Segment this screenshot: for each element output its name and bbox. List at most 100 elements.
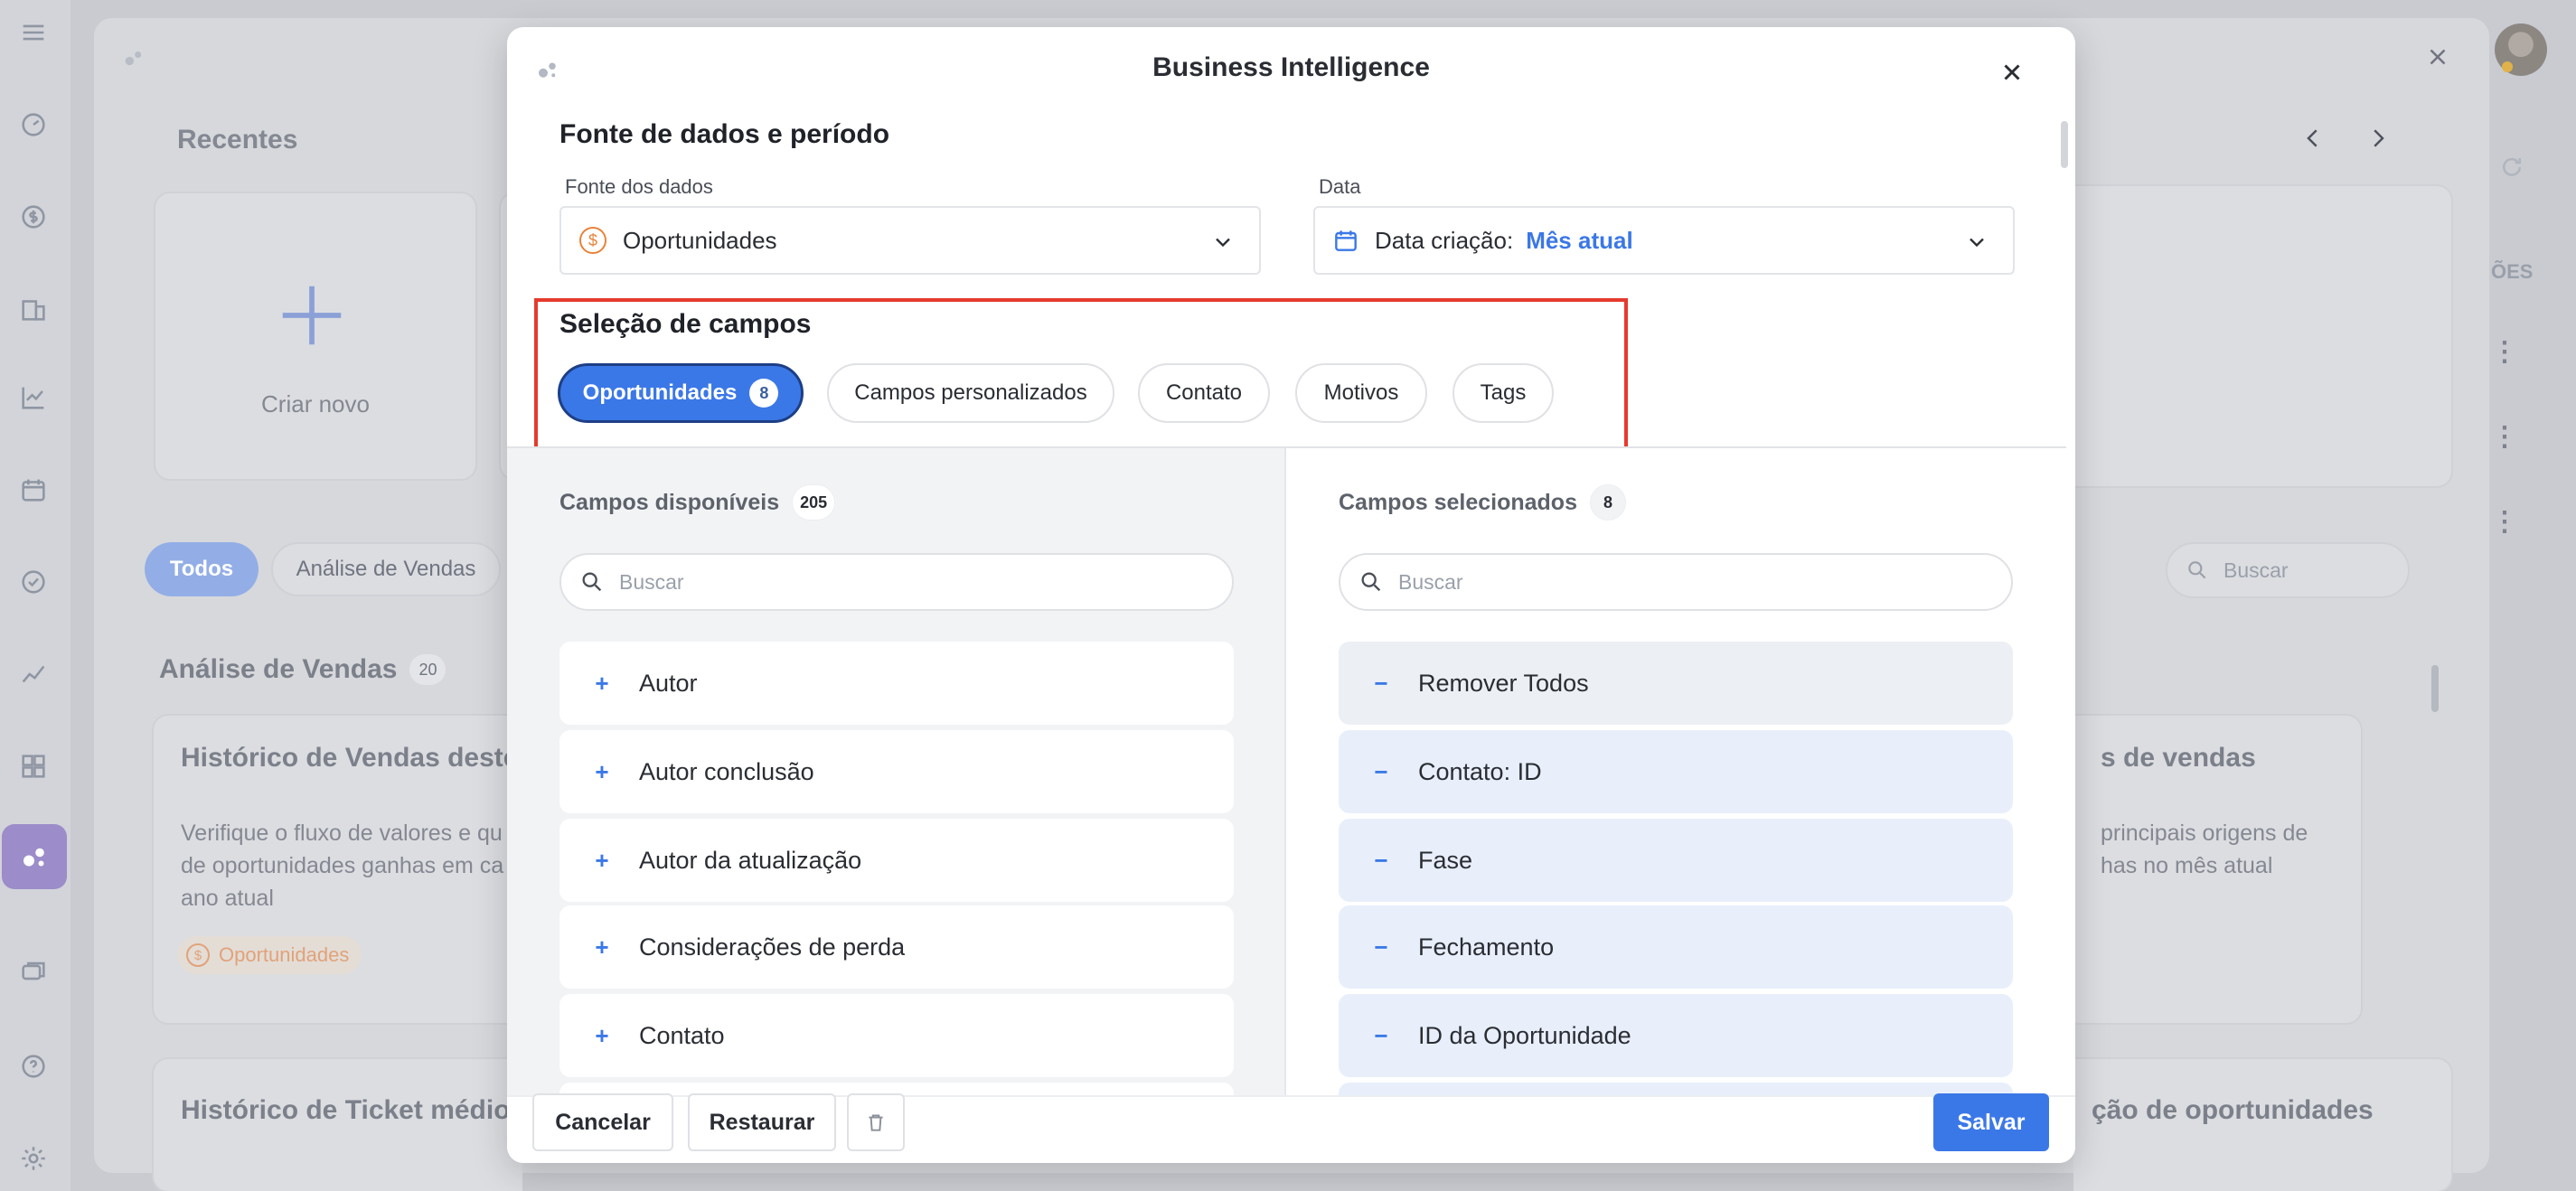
- selected-field-item[interactable]: − Fechamento: [1339, 905, 2013, 989]
- report-card-title: ção de oportunidades: [2092, 1095, 2374, 1125]
- bg-search-placeholder: Buscar: [2223, 558, 2289, 582]
- tab-label: Oportunidades: [582, 380, 738, 405]
- filter-chip-sales[interactable]: Análise de Vendas: [271, 542, 501, 596]
- selected-search-input[interactable]: Buscar: [1339, 553, 2013, 611]
- create-new-card[interactable]: Criar novo: [154, 192, 477, 481]
- report-card-title: Histórico de Vendas deste a: [181, 743, 541, 773]
- plus-icon: [282, 286, 342, 345]
- chevron-down-icon: [1970, 238, 1984, 248]
- kebab-menu-icon[interactable]: ⋮: [2491, 506, 2518, 538]
- dashboard-icon[interactable]: [15, 107, 52, 143]
- close-icon: [2004, 64, 2020, 80]
- field-label: Fase: [1418, 846, 1473, 874]
- settings-icon[interactable]: [15, 1140, 52, 1177]
- bi-icon: [24, 848, 44, 867]
- bg-scrollbar[interactable]: [2431, 665, 2439, 712]
- chevron-down-icon: [1216, 238, 1230, 248]
- user-avatar[interactable]: [2495, 23, 2547, 76]
- bg-column-header: ÕES: [2491, 260, 2534, 283]
- menu-icon[interactable]: [15, 14, 52, 51]
- available-fields-count: 205: [792, 484, 836, 520]
- search-icon: [2188, 561, 2206, 579]
- report-card-desc-2: de oportunidades ganhas em ca: [181, 853, 504, 878]
- minus-icon: −: [1374, 933, 1388, 961]
- selected-field-item[interactable]: − Contato: ID: [1339, 730, 2013, 813]
- available-field-item[interactable]: + Autor conclusão: [559, 730, 1234, 813]
- recent-card-right[interactable]: [2073, 184, 2453, 488]
- dollar-icon[interactable]: [15, 199, 52, 235]
- tab-oportunidades[interactable]: Oportunidades 8: [558, 363, 804, 423]
- available-field-item[interactable]: + Contato: [559, 994, 1234, 1077]
- date-label: Data: [1319, 175, 1361, 198]
- refresh-icon[interactable]: [2498, 154, 2525, 185]
- filter-chip-all[interactable]: Todos: [145, 542, 259, 596]
- report-card[interactable]: ção de oportunidades: [2073, 1057, 2453, 1191]
- section-header: Análise de Vendas 20: [159, 654, 447, 685]
- bi-nav-item[interactable]: [2, 824, 67, 889]
- available-search-input[interactable]: Buscar: [559, 553, 1234, 611]
- report-card[interactable]: s de vendas principais origens de has no…: [2073, 714, 2363, 1025]
- available-field-item[interactable]: + Autor da atualização: [559, 819, 1234, 902]
- available-field-item[interactable]: + Considerações de perda: [559, 905, 1234, 989]
- bg-close-icon[interactable]: [2424, 43, 2451, 75]
- selected-field-item[interactable]: − ID da Oportunidade: [1339, 994, 2013, 1077]
- data-source-select[interactable]: $ Oportunidades: [559, 206, 1261, 275]
- prev-arrow-icon[interactable]: [2299, 125, 2327, 156]
- chart-icon[interactable]: [15, 380, 52, 416]
- trend-icon[interactable]: [15, 656, 52, 692]
- calendar-icon[interactable]: [15, 472, 52, 508]
- selected-fields-title: Campos selecionados: [1339, 489, 1577, 515]
- cancel-button[interactable]: Cancelar: [532, 1093, 673, 1151]
- report-card-tag-label: Oportunidades: [219, 943, 350, 966]
- selected-fields-count: 8: [1589, 484, 1626, 520]
- bg-search-input[interactable]: Buscar: [2166, 542, 2410, 598]
- report-card-desc-3: ano atual: [181, 886, 274, 911]
- report-card-desc-2: has no mês atual: [2101, 853, 2273, 878]
- tab-tags[interactable]: Tags: [1453, 363, 1554, 423]
- search-icon: [1361, 572, 1381, 592]
- selected-field-item[interactable]: [1339, 1083, 2013, 1095]
- field-label: Fechamento: [1418, 933, 1555, 961]
- tab-label: Motivos: [1323, 380, 1399, 405]
- delete-button[interactable]: [847, 1093, 905, 1151]
- tab-campos-personalizados[interactable]: Campos personalizados: [827, 363, 1114, 423]
- minus-icon: −: [1374, 846, 1388, 874]
- tab-motivos[interactable]: Motivos: [1295, 363, 1427, 423]
- selected-field-item[interactable]: − Fase: [1339, 819, 2013, 902]
- calendar-icon: [1335, 230, 1357, 251]
- report-card-desc-1: Verifique o fluxo de valores e qu: [181, 821, 503, 846]
- plus-icon: +: [595, 933, 609, 961]
- remove-all-button[interactable]: − Remover Todos: [1339, 642, 2013, 725]
- plus-icon: +: [595, 846, 609, 874]
- selected-fields-panel: Campos selecionados 8 Buscar − Remover To…: [1286, 448, 2075, 1095]
- modal-scrollbar[interactable]: [2061, 121, 2068, 168]
- modal-title: Business Intelligence: [1152, 52, 1430, 82]
- report-card[interactable]: Histórico de Vendas deste a Verifique o …: [152, 714, 541, 1025]
- building-icon[interactable]: [15, 291, 52, 327]
- widgets-icon[interactable]: [15, 748, 52, 784]
- tab-label: Contato: [1165, 380, 1243, 405]
- modal-footer: Cancelar Restaurar Salvar: [507, 1093, 2075, 1163]
- report-card-tag: $ Oportunidades: [177, 936, 362, 974]
- search-icon: [582, 572, 602, 592]
- close-button[interactable]: [1994, 54, 2030, 90]
- available-field-item[interactable]: + Autor: [559, 642, 1234, 725]
- date-select[interactable]: Data criação: Mês atual: [1313, 206, 2015, 275]
- bg-logo-icon: [121, 45, 146, 75]
- recent-title: Recentes: [177, 125, 298, 155]
- restore-button[interactable]: Restaurar: [688, 1093, 836, 1151]
- source-section-title: Fonte de dados e período: [559, 119, 890, 149]
- report-card-title: Histórico de Ticket médio de: [181, 1095, 550, 1125]
- create-new-label: Criar novo: [261, 390, 370, 417]
- save-button[interactable]: Salvar: [1933, 1093, 2049, 1151]
- report-card[interactable]: Histórico de Ticket médio de: [152, 1057, 550, 1191]
- help-icon[interactable]: [15, 1048, 52, 1084]
- chat-icon[interactable]: [15, 954, 52, 990]
- trash-icon: [869, 1114, 883, 1131]
- check-circle-icon[interactable]: [15, 564, 52, 600]
- kebab-menu-icon[interactable]: ⋮: [2491, 336, 2518, 368]
- search-placeholder: Buscar: [619, 569, 684, 594]
- tab-contato[interactable]: Contato: [1138, 363, 1270, 423]
- next-arrow-icon[interactable]: [2364, 125, 2392, 156]
- kebab-menu-icon[interactable]: ⋮: [2491, 421, 2518, 453]
